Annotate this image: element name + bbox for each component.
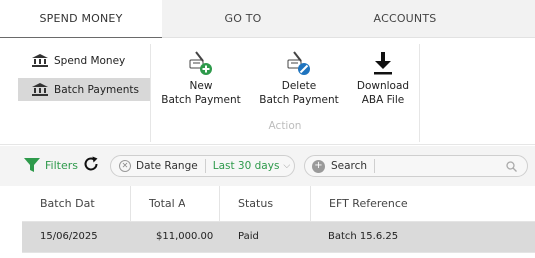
top-tab-bar: SPEND MONEY GO TO ACCOUNTS: [0, 0, 535, 39]
delete-batch-payment-button[interactable]: Delete Batch Payment: [256, 50, 342, 107]
sidebar-item-spend-money[interactable]: Spend Money: [18, 49, 150, 72]
sidebar-item-label: Batch Payments: [54, 83, 139, 96]
cell-total-amount: $11,000.00: [156, 231, 214, 242]
plus-icon: +: [312, 159, 325, 173]
delete-label-line1: Delete: [281, 80, 317, 92]
table-row[interactable]: 15/06/2025 $11,000.00 Paid Batch 15.6.25: [22, 222, 535, 252]
cell-status: Paid: [238, 231, 259, 242]
close-icon[interactable]: ✕: [119, 160, 131, 172]
divider: [204, 159, 206, 173]
new-label-line1: New: [189, 80, 213, 92]
search-icon: [506, 160, 517, 172]
action-group-label: Action: [268, 120, 302, 132]
divider: [22, 252, 535, 253]
bank-icon: [32, 83, 48, 96]
filters-button[interactable]: Filters: [24, 157, 78, 173]
sidebar-item-label: Spend Money: [54, 54, 126, 67]
column-header-batch-date[interactable]: Batch Dat: [22, 186, 112, 222]
new-batch-icon: [189, 51, 212, 75]
column-header-total-amount[interactable]: Total A: [131, 186, 185, 222]
delete-batch-icon: [287, 51, 310, 75]
new-label-line2: Batch Payment: [161, 94, 241, 106]
tab-accounts[interactable]: ACCOUNTS: [324, 0, 486, 38]
date-range-label: Date Range: [136, 160, 198, 172]
filter-funnel-icon: [24, 158, 40, 172]
cell-batch-date: 15/06/2025: [40, 231, 98, 242]
tab-go-to[interactable]: GO TO: [162, 0, 324, 38]
search-filter[interactable]: + Search: [304, 155, 528, 177]
delete-label-line2: Batch Payment: [259, 94, 339, 106]
new-batch-payment-button[interactable]: New Batch Payment: [158, 50, 244, 107]
search-input[interactable]: [382, 156, 527, 176]
download-label-line1: Download: [356, 80, 410, 92]
search-label: Search: [331, 160, 368, 172]
filters-label: Filters: [45, 158, 78, 172]
download-label-line2: ABA File: [361, 94, 405, 106]
divider: [150, 44, 151, 142]
tab-spend-money[interactable]: SPEND MONEY: [0, 0, 162, 39]
column-header-eft-reference[interactable]: EFT Reference: [311, 186, 471, 222]
column-header-status[interactable]: Status: [220, 186, 300, 222]
refresh-icon[interactable]: [82, 155, 100, 173]
sidebar-item-batch-payments[interactable]: Batch Payments: [18, 78, 150, 101]
divider: [419, 44, 420, 142]
divider: [374, 159, 376, 173]
ribbon: Spend Money Batch Payments New Batch Pay…: [0, 38, 535, 145]
date-range-value: Last 30 days: [212, 160, 280, 172]
table-header: Batch Dat Total A Status EFT Reference: [22, 186, 535, 222]
chevron-down-icon: ⌵: [283, 161, 291, 171]
cell-eft-reference: Batch 15.6.25: [328, 231, 399, 242]
download-aba-file-button[interactable]: Download ABA File: [350, 50, 416, 107]
bank-icon: [32, 54, 48, 67]
filter-bar: Filters ✕ Date Range Last 30 days ⌵ + Se…: [0, 146, 535, 186]
date-range-filter[interactable]: ✕ Date Range Last 30 days ⌵: [110, 155, 295, 177]
download-icon: [374, 52, 392, 75]
